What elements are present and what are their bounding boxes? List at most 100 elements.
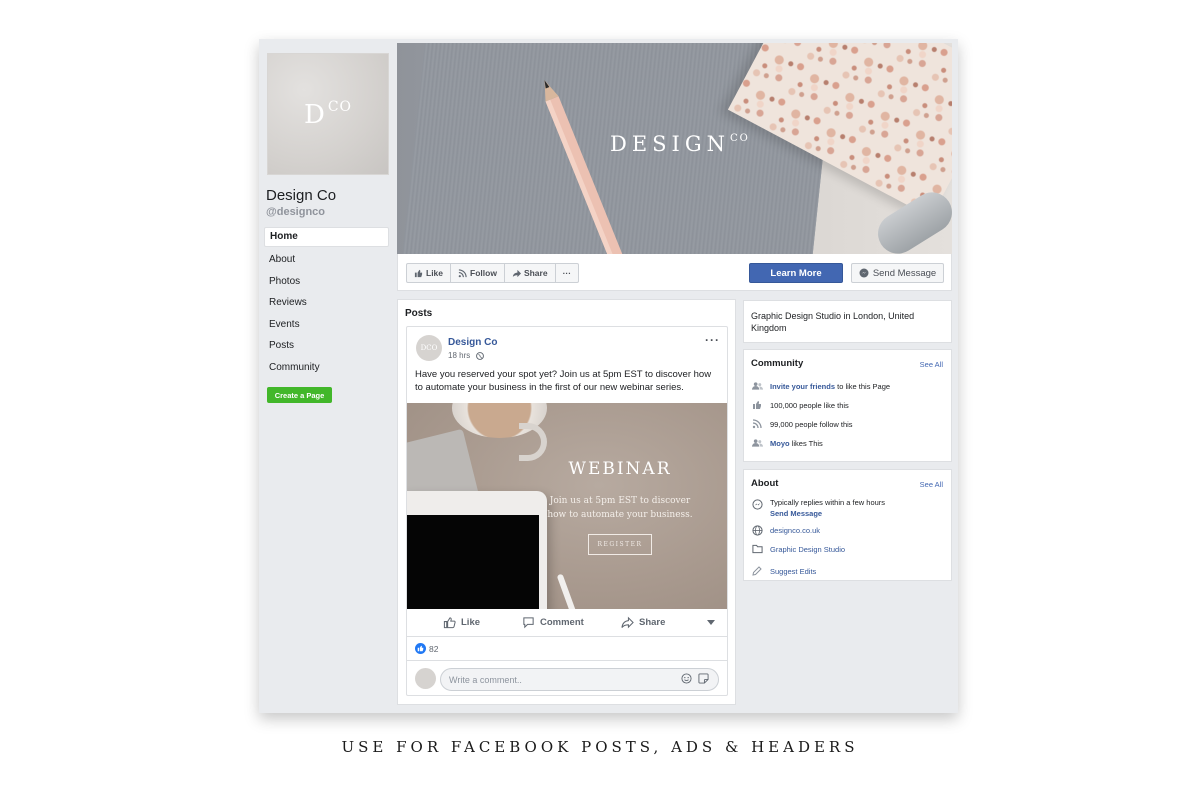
post-author-avatar[interactable]: DCO — [416, 335, 442, 361]
suggest-edits-link[interactable]: Suggest Edits — [770, 567, 816, 576]
webinar-subtitle: Join us at 5pm EST to discover how to au… — [535, 494, 705, 522]
thumbs-up-icon — [414, 269, 423, 277]
rss-icon — [751, 418, 763, 430]
follows-row: 99,000 people follow this — [751, 418, 853, 430]
about-card: About See All Typically replies within a… — [743, 469, 952, 581]
page-description: Graphic Design Studio in London, United … — [751, 311, 915, 333]
posts-heading: Posts — [405, 308, 433, 319]
share-dropdown-chevron[interactable] — [707, 619, 715, 626]
image-mug-handle-graphic — [519, 423, 547, 461]
likes-row: 100,000 people like this — [751, 399, 849, 411]
community-title: Community — [751, 358, 804, 369]
category-row: Graphic Design Studio — [751, 543, 845, 555]
likes-count-text: 100,000 people like this — [770, 400, 849, 410]
page-description-card: Graphic Design Studio in London, United … — [743, 300, 952, 343]
commenter-avatar — [415, 668, 436, 689]
thumbs-up-outline-icon — [443, 617, 456, 629]
post-author[interactable]: Design Co — [448, 337, 497, 348]
post-share-button[interactable]: Share — [621, 616, 665, 629]
chevron-down-icon — [707, 619, 715, 625]
response-time-row: Typically replies within a few hours Sen… — [751, 498, 885, 518]
post-card: DCO Design Co 18 hrs ··· Have you reserv… — [406, 326, 728, 696]
friend-likes-text: likes This — [791, 438, 823, 448]
share-page-button[interactable]: Share — [505, 264, 556, 282]
page-action-group: Like Follow Share ··· — [406, 263, 580, 283]
send-message-button[interactable]: Send Message — [851, 263, 944, 283]
comment-icons — [681, 673, 709, 684]
profile-logo: D CO — [303, 98, 353, 130]
category-link[interactable]: Graphic Design Studio — [770, 545, 845, 554]
mockup-caption: USE FOR FACEBOOK POSTS, ADS & HEADERS — [341, 738, 859, 756]
community-see-all-link[interactable]: See All — [920, 360, 943, 369]
messenger-icon — [859, 268, 869, 278]
webinar-register-box: REGISTER — [588, 534, 652, 555]
comment-composer — [407, 660, 727, 695]
nav-item-reviews[interactable]: Reviews — [264, 292, 389, 314]
emoji-icon[interactable] — [681, 673, 692, 684]
globe-icon — [751, 524, 763, 536]
follow-button[interactable]: Follow — [451, 264, 505, 282]
cover-title: DESIGNCO — [610, 132, 750, 156]
about-see-all-link[interactable]: See All — [920, 480, 943, 489]
friend-likes-row: Moyo likes This — [751, 437, 823, 449]
suggest-edits-row: Suggest Edits — [751, 565, 816, 577]
webinar-subtitle-line-1: Join us at 5pm EST to discover — [549, 496, 691, 506]
website-link[interactable]: designco.co.uk — [770, 526, 820, 535]
page-name[interactable]: Design Co — [266, 187, 336, 204]
post-text: Have you reserved your spot yet? Join us… — [415, 369, 712, 393]
learn-more-button[interactable]: Learn More — [749, 263, 843, 283]
like-reaction-icon — [415, 643, 426, 654]
post-action-bar: Like Comment Share — [407, 609, 727, 637]
post-timestamp: 18 hrs — [448, 351, 485, 360]
page-handle: @designco — [266, 206, 326, 218]
nav-item-photos[interactable]: Photos — [264, 271, 389, 293]
website-row: designco.co.uk — [751, 524, 820, 536]
folder-icon — [751, 543, 763, 555]
create-page-button[interactable]: Create a Page — [267, 387, 332, 403]
webinar-title: WEBINAR — [568, 459, 672, 479]
friend-name-link[interactable]: Moyo — [770, 439, 790, 448]
nav-item-community[interactable]: Community — [264, 357, 389, 379]
invite-friends-text: to like this Page — [837, 381, 891, 391]
page-action-bar: Like Follow Share ··· Learn More Send Me… — [397, 254, 952, 291]
nav-item-events[interactable]: Events — [264, 314, 389, 336]
about-title: About — [751, 478, 779, 489]
post-menu-button[interactable]: ··· — [705, 333, 720, 347]
reaction-summary[interactable]: 82 — [415, 643, 438, 654]
cover-photo[interactable]: DESIGNCO — [397, 43, 952, 254]
nav-item-home[interactable]: Home — [264, 227, 389, 247]
response-time-text: Typically replies within a few hours — [770, 498, 886, 507]
thumbs-up-icon — [751, 399, 763, 411]
posts-panel: Posts DCO Design Co 18 hrs ··· Have you … — [397, 299, 736, 705]
community-card: Community See All Invite your friends to… — [743, 349, 952, 462]
image-tablet-screen — [407, 515, 539, 609]
like-page-button[interactable]: Like — [407, 264, 452, 282]
image-tablet-graphic — [407, 491, 547, 609]
messenger-icon — [751, 498, 763, 510]
reaction-count: 82 — [429, 643, 439, 654]
invite-friends-icon — [751, 380, 763, 392]
comment-icon — [523, 617, 534, 629]
share-arrow-icon — [512, 269, 521, 277]
more-options-button[interactable]: ··· — [556, 264, 579, 282]
post-like-button[interactable]: Like — [443, 616, 480, 629]
image-stylus-graphic — [556, 573, 580, 609]
sticker-icon[interactable] — [698, 673, 709, 684]
profile-picture[interactable]: D CO — [267, 53, 389, 175]
share-icon — [621, 616, 634, 629]
rss-icon — [458, 268, 467, 277]
globe-icon — [476, 351, 485, 360]
invite-friends-row: Invite your friends to like this Page — [751, 380, 890, 392]
webinar-subtitle-line-2: how to automate your business. — [547, 510, 693, 520]
friends-icon — [751, 437, 763, 449]
about-send-message-link[interactable]: Send Message — [770, 509, 885, 518]
invite-friends-link[interactable]: Invite your friends — [770, 382, 835, 391]
follows-count-text: 99,000 people follow this — [770, 419, 853, 429]
post-image[interactable]: WEBINAR Join us at 5pm EST to discover h… — [407, 403, 727, 609]
nav-item-posts[interactable]: Posts — [264, 335, 389, 357]
page-nav: Home About Photos Reviews Events Posts C… — [264, 227, 389, 379]
comment-input[interactable] — [440, 668, 719, 691]
nav-item-about[interactable]: About — [264, 249, 389, 271]
pencil-icon — [751, 565, 763, 577]
post-comment-button[interactable]: Comment — [522, 616, 584, 629]
